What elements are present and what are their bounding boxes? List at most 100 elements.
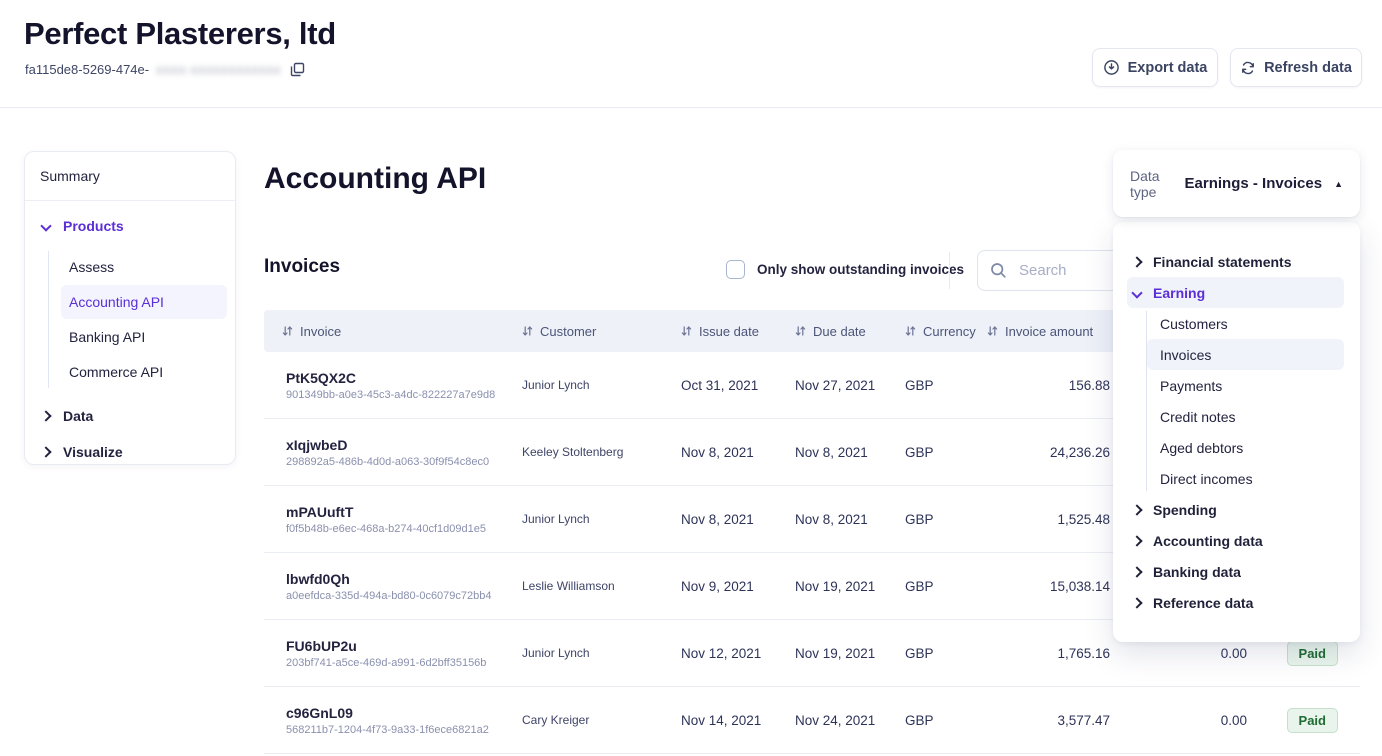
invoice-id: mPAUuftT	[286, 504, 353, 520]
balance-cell: 0.00	[1115, 713, 1247, 728]
invoices-section-title: Invoices	[264, 256, 340, 278]
menu-item-label: Banking data	[1153, 564, 1241, 580]
invoice-amount-cell: 24,236.26	[987, 445, 1115, 460]
invoice-id: PtK5QX2C	[286, 370, 356, 386]
invoice-id: FU6bUP2u	[286, 638, 357, 654]
outstanding-checkbox[interactable]	[726, 260, 745, 279]
refresh-data-button[interactable]: Refresh data	[1230, 48, 1362, 87]
currency-cell: GBP	[905, 378, 987, 393]
invoice-id: xIqjwbeD	[286, 437, 347, 453]
export-data-button[interactable]: Export data	[1092, 48, 1218, 87]
invoice-id: c96GnL09	[286, 705, 353, 721]
invoice-uuid: f0f5b48b-e6ec-468a-b274-40cf1d09d1e5	[286, 523, 486, 535]
column-header-customer[interactable]: Customer	[522, 324, 681, 339]
menu-item-reference-data[interactable]: Reference data	[1127, 587, 1344, 618]
column-header-issue-date[interactable]: Issue date	[681, 324, 795, 339]
currency-cell: GBP	[905, 579, 987, 594]
sidebar-item-accounting-api[interactable]: Accounting API	[61, 285, 227, 319]
menu-item-payments[interactable]: Payments	[1147, 370, 1344, 401]
menu-item-aged-debtors[interactable]: Aged debtors	[1147, 432, 1344, 463]
sort-icon	[987, 325, 998, 337]
refresh-data-label: Refresh data	[1264, 60, 1352, 76]
column-header-invoice[interactable]: Invoice	[264, 324, 522, 339]
menu-item-credit-notes[interactable]: Credit notes	[1147, 401, 1344, 432]
currency-cell: GBP	[905, 445, 987, 460]
menu-item-financial-statements[interactable]: Financial statements	[1127, 246, 1344, 277]
customer-cell: Junior Lynch	[522, 378, 681, 392]
filter-search-divider	[949, 252, 950, 289]
sort-icon	[795, 325, 806, 337]
column-header-label: Customer	[540, 324, 596, 339]
export-data-label: Export data	[1128, 60, 1208, 76]
caret-up-icon: ▲	[1334, 179, 1343, 189]
status-badge: Paid	[1287, 641, 1338, 666]
issue-date-cell: Oct 31, 2021	[681, 378, 795, 393]
table-row[interactable]: c96GnL09 568211b7-1204-4f73-9a33-1f6ece6…	[264, 687, 1360, 754]
header-divider	[0, 107, 1382, 108]
sidebar-visualize-label: Visualize	[63, 444, 123, 460]
sidebar-products-children: Assess Accounting API Banking API Commer…	[25, 243, 235, 398]
sidebar-item-products[interactable]: Products	[25, 201, 235, 243]
currency-cell: GBP	[905, 512, 987, 527]
due-date-cell: Nov 24, 2021	[795, 713, 905, 728]
column-header-label: Currency	[923, 324, 976, 339]
customer-cell: Junior Lynch	[522, 512, 681, 526]
customer-cell: Cary Kreiger	[522, 713, 681, 727]
menu-child-group: CustomersInvoicesPaymentsCredit notesAge…	[1113, 308, 1360, 494]
column-header-label: Invoice	[300, 324, 341, 339]
balance-cell: 0.00	[1115, 646, 1247, 661]
status-cell: Paid	[1247, 641, 1360, 666]
column-header-label: Invoice amount	[1005, 324, 1093, 339]
accounting-portal-page: Perfect Plasterers, ltd fa115de8-5269-47…	[0, 0, 1382, 756]
menu-item-accounting-data[interactable]: Accounting data	[1127, 525, 1344, 556]
sort-icon	[522, 325, 533, 337]
sidebar-item-visualize[interactable]: Visualize	[25, 434, 235, 470]
issue-date-cell: Nov 12, 2021	[681, 646, 795, 661]
currency-cell: GBP	[905, 713, 987, 728]
search-icon	[990, 262, 1007, 279]
chevron-right-icon	[1131, 504, 1142, 515]
chevron-right-icon	[40, 446, 51, 457]
due-date-cell: Nov 8, 2021	[795, 512, 905, 527]
column-header-due-date[interactable]: Due date	[795, 324, 905, 339]
menu-item-direct-incomes[interactable]: Direct incomes	[1147, 463, 1344, 494]
customer-cell: Junior Lynch	[522, 646, 681, 660]
company-id-redacted: xxxx-xxxxxxxxxxxx	[156, 62, 281, 77]
chevron-right-icon	[1131, 566, 1142, 577]
menu-item-label: Accounting data	[1153, 533, 1263, 549]
menu-item-label: Financial statements	[1153, 254, 1292, 270]
chevron-down-icon	[40, 220, 51, 231]
invoice-uuid: 298892a5-486b-4d0d-a063-30f9f54c8ec0	[286, 456, 489, 468]
chevron-right-icon	[1131, 256, 1142, 267]
sidebar-item-commerce-api[interactable]: Commerce API	[61, 355, 227, 389]
menu-item-banking-data[interactable]: Banking data	[1127, 556, 1344, 587]
sidebar-item-assess[interactable]: Assess	[61, 250, 227, 284]
invoice-uuid: a0eefdca-335d-494a-bd80-0c6079c72bb4	[286, 590, 492, 602]
sidebar-products-label: Products	[63, 218, 124, 234]
menu-item-earning[interactable]: Earning	[1127, 277, 1344, 308]
outstanding-checkbox-label: Only show outstanding invoices	[757, 262, 964, 277]
status-badge: Paid	[1287, 708, 1338, 733]
due-date-cell: Nov 19, 2021	[795, 646, 905, 661]
copy-icon[interactable]	[290, 62, 305, 77]
due-date-cell: Nov 8, 2021	[795, 445, 905, 460]
column-header-invoice-amount[interactable]: Invoice amount	[987, 324, 1115, 339]
data-type-selector[interactable]: Data type Earnings - Invoices ▲	[1113, 150, 1360, 217]
chevron-right-icon	[40, 410, 51, 421]
column-header-currency[interactable]: Currency	[905, 324, 987, 339]
menu-item-customers[interactable]: Customers	[1147, 308, 1344, 339]
menu-item-label: Reference data	[1153, 595, 1253, 611]
invoice-uuid: 203bf741-a5ce-469d-a991-6d2bff35156b	[286, 657, 486, 669]
sidebar-item-summary[interactable]: Summary	[25, 152, 235, 201]
menu-item-invoices[interactable]: Invoices	[1147, 339, 1344, 370]
sort-icon	[681, 325, 692, 337]
invoice-amount-cell: 156.88	[987, 378, 1115, 393]
column-header-label: Due date	[813, 324, 866, 339]
customer-cell: Leslie Williamson	[522, 579, 681, 593]
sidebar-item-data[interactable]: Data	[25, 398, 235, 434]
company-id-visible: fa115de8-5269-474e-	[25, 62, 149, 77]
sidebar-item-banking-api[interactable]: Banking API	[61, 320, 227, 354]
issue-date-cell: Nov 14, 2021	[681, 713, 795, 728]
issue-date-cell: Nov 9, 2021	[681, 579, 795, 594]
menu-item-spending[interactable]: Spending	[1127, 494, 1344, 525]
